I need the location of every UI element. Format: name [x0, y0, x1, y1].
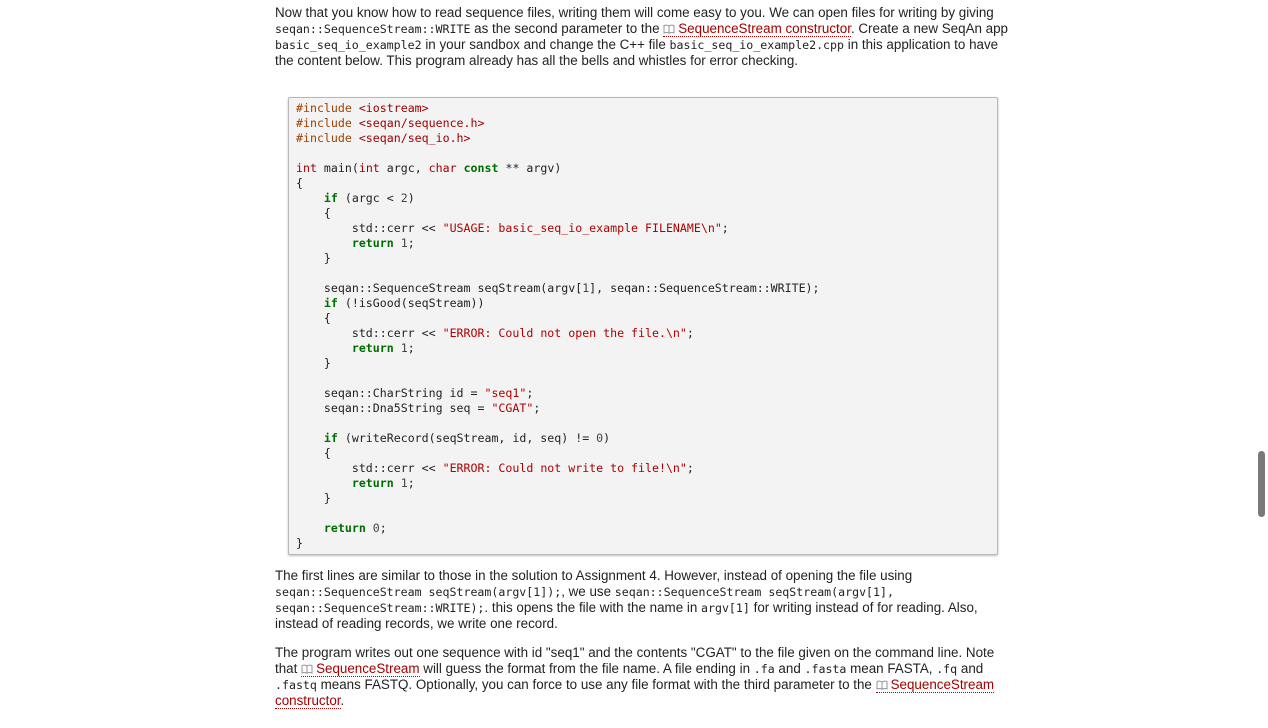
scrollbar-thumb[interactable] [1258, 451, 1265, 517]
code-line: seqan::Dna5String seq = "CGAT"; [296, 401, 541, 415]
code-line: { [323, 311, 331, 325]
text: The first lines are similar to those in … [275, 568, 913, 583]
code-line: if (writeRecord(seqStream, id, seq) != 0… [323, 431, 611, 445]
text: . [340, 693, 345, 708]
text: Now that you know how to read sequence f… [275, 5, 994, 20]
code-line: #include <iostream> [296, 101, 429, 115]
book-icon [301, 664, 313, 674]
code-line: seqan::SequenceStream seqStream(argv[1],… [296, 281, 820, 295]
code-line: std::cerr << "ERROR: Could not open the … [296, 326, 694, 340]
sequencestream-link[interactable]: SequenceStream [301, 661, 420, 677]
link-text: SequenceStream constructor [678, 21, 851, 36]
code-line: return 0; [323, 521, 387, 535]
code-block: #include <iostream> #include <seqan/sequ… [288, 97, 998, 555]
inline-code: basic_seq_io_example2 [275, 38, 422, 52]
vertical-scrollbar[interactable] [1254, 0, 1268, 728]
inline-code: basic_seq_io_example2.cpp [669, 38, 845, 52]
book-icon [876, 680, 888, 690]
code-line: } [296, 536, 303, 550]
code-line: } [323, 356, 331, 370]
code-line: return 1; [351, 476, 415, 490]
text: . Create a new SeqAn app [850, 21, 1009, 36]
inline-code: .fa [753, 662, 775, 676]
sequencestream-constructor-link[interactable]: SequenceStream constructor [663, 21, 851, 37]
code-line: { [323, 446, 331, 460]
text: will guess the format from the file name… [419, 661, 754, 676]
code-line: } [323, 251, 331, 265]
code-line: return 1; [351, 236, 415, 250]
code-line: { [323, 206, 331, 220]
code-line: return 1; [351, 341, 415, 355]
text: , we use [561, 584, 615, 599]
text: . this opens the file with the name in [484, 600, 702, 615]
text: as the second parameter to the [470, 21, 664, 36]
inline-code: .fq [936, 662, 958, 676]
text: and [774, 661, 805, 676]
inline-code: .fastq [275, 678, 317, 692]
inline-code: seqan::SequenceStream::WRITE [275, 22, 471, 36]
format-paragraph: The program writes out one sequence with… [275, 645, 1012, 709]
inline-code: seqan::SequenceStream seqStream(argv[1])… [275, 585, 562, 599]
code-line: #include <seqan/seq_io.h> [296, 131, 471, 145]
link-text: SequenceStream [316, 661, 420, 676]
inline-code: .fasta [804, 662, 847, 676]
article-body-lower: The first lines are similar to those in … [275, 568, 1012, 722]
text: in your sandbox and change the C++ file [421, 37, 670, 52]
intro-paragraph: Now that you know how to read sequence f… [275, 5, 1012, 69]
code-line: std::cerr << "ERROR: Could not write to … [296, 461, 694, 475]
code-line: { [296, 176, 303, 190]
code-line: if (!isGood(seqStream)) [323, 296, 485, 310]
text: and [957, 661, 984, 676]
book-icon [663, 24, 675, 34]
code-line: } [323, 491, 331, 505]
documentation-page: Now that you know how to read sequence f… [0, 0, 1268, 728]
inline-code: argv[1] [701, 601, 750, 615]
code-line: std::cerr << "USAGE: basic_seq_io_exampl… [296, 221, 729, 235]
article-body: Now that you know how to read sequence f… [275, 5, 1012, 82]
text: means FASTQ. Optionally, you can force t… [316, 677, 876, 692]
code-listing: #include <iostream> #include <seqan/sequ… [289, 98, 997, 551]
text: mean FASTA, [846, 661, 937, 676]
code-line: if (argc < 2) [323, 191, 415, 205]
explanation-paragraph: The first lines are similar to those in … [275, 568, 1012, 632]
code-line: #include <seqan/sequence.h> [296, 116, 485, 130]
code-line: int main(int argc, char const ** argv) [296, 161, 562, 175]
code-line: seqan::CharString id = "seq1"; [296, 386, 534, 400]
